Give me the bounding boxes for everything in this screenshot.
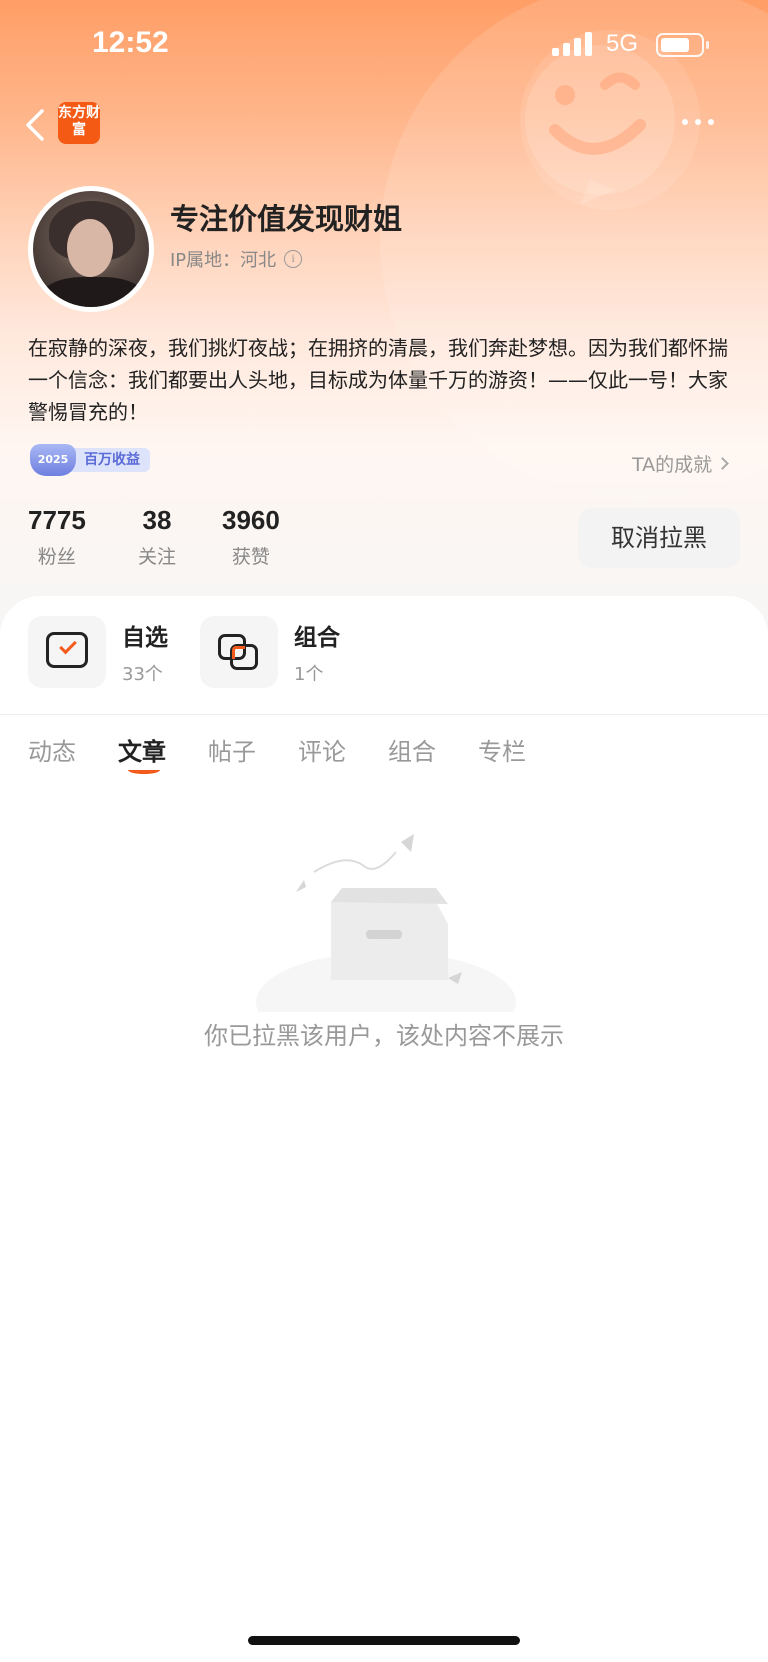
empty-box-icon (256, 834, 516, 1012)
battery-icon (656, 33, 709, 57)
app-logo[interactable]: 东方财富 (58, 102, 100, 144)
achievement-label: TA的成就 (632, 454, 713, 476)
portfolio-count: 1个 (294, 664, 324, 685)
portfolio-title: 组合 (294, 625, 340, 651)
status-bar: 12:52 5G (0, 0, 768, 90)
profile-name: 专注价值发现财姐 (170, 202, 403, 236)
stat-value: 7775 (28, 505, 86, 535)
stat-value: 3960 (222, 505, 280, 535)
badge-label: 百万收益 (70, 448, 150, 472)
tab-articles[interactable]: 文章 (118, 732, 166, 767)
active-tab-indicator (128, 766, 160, 774)
chevron-left-icon (26, 109, 44, 141)
watchlist-count: 33个 (122, 664, 163, 685)
unblock-button[interactable]: 取消拉黑 (578, 508, 740, 568)
portfolio-icon (218, 634, 262, 672)
watchlist-check-icon (46, 632, 88, 668)
watchlist-icon-box (28, 616, 106, 688)
more-options-button[interactable] (682, 112, 726, 132)
network-type: 5G (606, 30, 639, 57)
signal-icon (552, 32, 592, 56)
stat-label: 关注 (138, 546, 177, 568)
portfolio-entry[interactable]: 组合 1个 (200, 616, 340, 688)
stat-value: 38 (142, 505, 172, 535)
avatar[interactable] (28, 186, 154, 312)
ip-location-text: IP属地：河北 (170, 250, 277, 271)
tab-dynamics[interactable]: 动态 (28, 732, 76, 767)
stat-fans[interactable]: 7775 粉丝 (28, 505, 86, 569)
chevron-right-icon (716, 457, 730, 470)
profile-bio: 在寂静的深夜，我们挑灯夜战；在拥挤的清晨，我们奔赴梦想。因为我们都怀揣一个信念：… (28, 336, 728, 424)
stat-label: 粉丝 (37, 546, 76, 568)
status-time: 12:52 (92, 26, 169, 59)
stat-following[interactable]: 38 关注 (138, 505, 176, 569)
watchlist-title: 自选 (122, 625, 168, 651)
stat-likes[interactable]: 3960 获赞 (222, 505, 280, 569)
achievement-link[interactable]: TA的成就 (632, 450, 730, 477)
tab-portfolios[interactable]: 组合 (388, 732, 436, 767)
ip-location: IP属地：河北 i (170, 246, 303, 272)
tab-comments[interactable]: 评论 (298, 732, 346, 767)
dot-icon (682, 119, 688, 125)
home-indicator[interactable] (248, 1636, 520, 1645)
watchlist-entry[interactable]: 自选 33个 (28, 616, 168, 688)
divider (0, 714, 768, 715)
dot-icon (708, 119, 714, 125)
content-card: 自选 33个 组合 1个 动态 文章 帖子 评论 组合 专栏 你已拉黑该用户，该… (0, 596, 768, 1662)
earnings-badge[interactable]: 2025 百万收益 (30, 444, 150, 476)
tab-bar: 动态 文章 帖子 评论 组合 专栏 (0, 732, 768, 792)
tab-columns[interactable]: 专栏 (478, 732, 526, 767)
empty-state-message: 你已拉黑该用户，该处内容不展示 (204, 1022, 564, 1050)
dot-icon (695, 119, 701, 125)
back-button[interactable] (20, 103, 52, 147)
stat-label: 获赞 (231, 546, 270, 568)
portfolio-icon-box (200, 616, 278, 688)
info-icon[interactable]: i (284, 250, 303, 268)
tab-posts[interactable]: 帖子 (208, 732, 256, 767)
badge-year: 2025 (30, 444, 76, 476)
